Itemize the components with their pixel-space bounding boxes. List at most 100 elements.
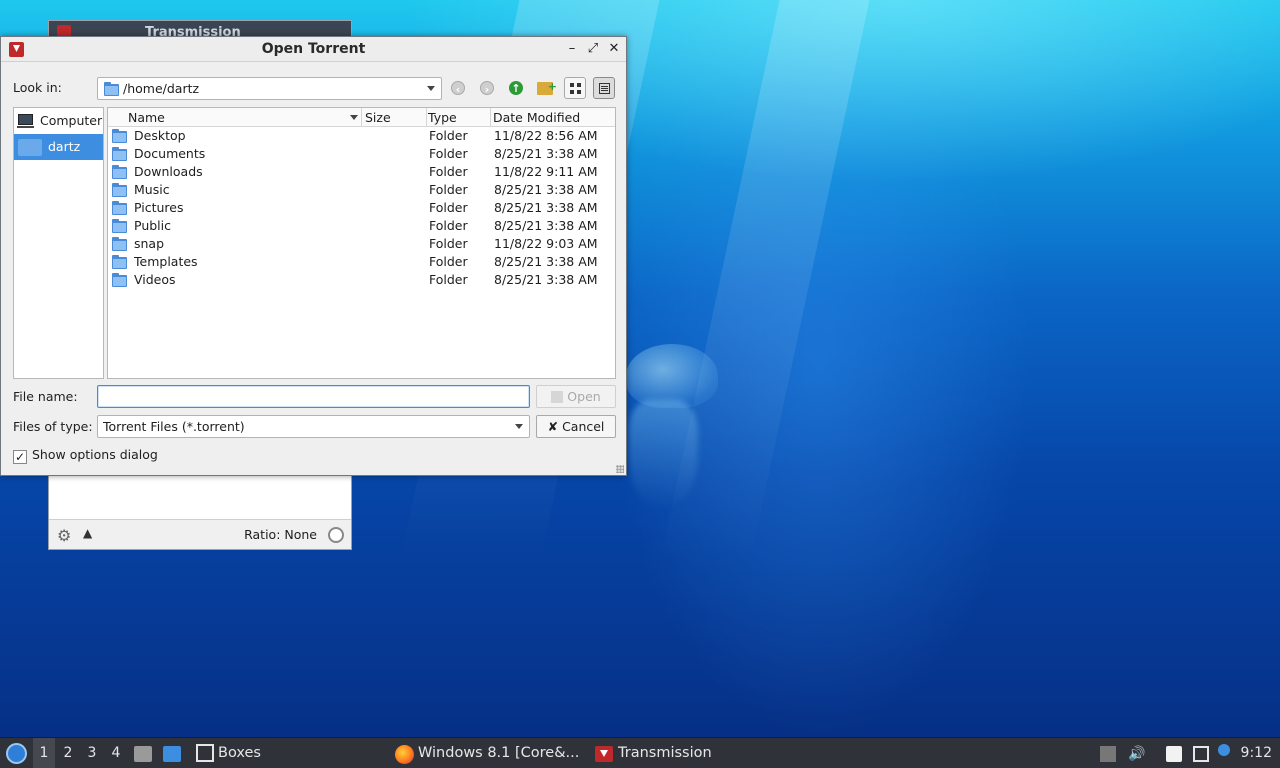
task-boxes[interactable]: Boxes (196, 738, 356, 768)
column-header-name[interactable]: Name (128, 110, 165, 125)
folder-icon (104, 82, 119, 96)
workspace-1[interactable]: 1 (33, 738, 55, 768)
forward-button[interactable]: › (476, 77, 498, 99)
folder-icon (112, 219, 127, 233)
file-date-modified: 8/25/21 3:38 AM (494, 272, 598, 287)
cancel-button[interactable]: ✘ Cancel (536, 415, 616, 438)
back-arrow-icon: ‹ (451, 81, 465, 96)
gear-icon[interactable]: ⚙ (57, 526, 71, 545)
open-button[interactable]: Open (536, 385, 616, 408)
table-row[interactable]: Public Folder 8/25/21 3:38 AM (108, 217, 615, 235)
file-date-modified: 8/25/21 3:38 AM (494, 254, 598, 269)
file-name: Templates (134, 254, 198, 269)
boxes-icon (196, 744, 214, 762)
parent-directory-button[interactable]: ↑ (505, 77, 527, 99)
sidebar-item-label: Computer (40, 113, 103, 128)
clipboard-icon[interactable] (1166, 746, 1182, 762)
icon-view-button[interactable] (564, 77, 586, 99)
volume-icon[interactable]: 🔊 (1128, 746, 1145, 762)
show-options-checkbox[interactable]: ✓ (13, 450, 27, 464)
show-desktop-icon[interactable] (163, 746, 181, 762)
create-folder-button[interactable] (534, 76, 557, 99)
detail-view-button[interactable] (593, 77, 615, 99)
workspace-2[interactable]: 2 (57, 738, 79, 768)
back-button[interactable]: ‹ (447, 77, 469, 99)
task-label: Transmission (618, 745, 712, 761)
table-row[interactable]: Videos Folder 8/25/21 3:38 AM (108, 271, 615, 289)
folder-icon (112, 165, 127, 179)
look-in-value: /home/dartz (123, 81, 200, 96)
network-icon[interactable] (1193, 746, 1209, 762)
folder-icon (112, 147, 127, 161)
table-row[interactable]: Downloads Folder 11/8/22 9:11 AM (108, 163, 615, 181)
ratio-label[interactable]: Ratio: None (244, 527, 317, 542)
table-row[interactable]: snap Folder 11/8/22 9:03 AM (108, 235, 615, 253)
column-header-date-modified[interactable]: Date Modified (493, 110, 580, 125)
open-file-icon (551, 391, 564, 403)
files-of-type-label: Files of type: (13, 419, 93, 434)
file-name: Videos (134, 272, 176, 287)
column-header-size[interactable]: Size (365, 110, 391, 125)
table-row[interactable]: Music Folder 8/25/21 3:38 AM (108, 181, 615, 199)
list-view-icon (598, 83, 610, 94)
file-type: Folder (429, 164, 468, 179)
transmission-icon (595, 746, 613, 762)
task-label: Windows 8.1 [Core&... (418, 745, 580, 761)
table-row[interactable]: Pictures Folder 8/25/21 3:38 AM (108, 199, 615, 217)
lubuntu-logo-icon (6, 743, 27, 764)
file-name: Documents (134, 146, 206, 161)
column-separator[interactable] (426, 108, 427, 127)
jellyfish (626, 344, 718, 408)
resize-grip[interactable] (616, 465, 624, 473)
file-list[interactable]: Name Size Type Date Modified Desktop Fold… (107, 107, 616, 379)
file-date-modified: 11/8/22 9:03 AM (494, 236, 598, 251)
folder-icon (112, 237, 127, 251)
tray-up-arrow-icon[interactable] (1100, 746, 1116, 762)
ratio-icon[interactable] (328, 527, 344, 543)
task-transmission[interactable]: Transmission (595, 738, 735, 768)
sidebar-item-computer[interactable]: Computer (14, 108, 103, 134)
file-date-modified: 8/25/21 3:38 AM (494, 200, 598, 215)
sort-descending-icon (350, 115, 358, 120)
column-header-type[interactable]: Type (428, 110, 457, 125)
column-separator[interactable] (490, 108, 491, 127)
file-type: Folder (429, 128, 468, 143)
table-row[interactable]: Documents Folder 8/25/21 3:38 AM (108, 145, 615, 163)
file-type: Folder (429, 200, 468, 215)
table-row[interactable]: Templates Folder 8/25/21 3:38 AM (108, 253, 615, 271)
file-rows: Desktop Folder 11/8/22 8:56 AM Documents Fol… (108, 127, 615, 289)
sidebar-item-dartz[interactable]: dartz (14, 134, 103, 160)
folder-icon (112, 201, 127, 215)
folder-icon (112, 129, 127, 143)
clock[interactable]: 9:12 (1241, 738, 1272, 768)
look-in-combo[interactable]: /home/dartz (97, 77, 442, 100)
table-row[interactable]: Desktop Folder 11/8/22 8:56 AM (108, 127, 615, 145)
workspace-3[interactable]: 3 (81, 738, 103, 768)
close-button[interactable]: ✕ (605, 40, 623, 58)
file-name-input[interactable] (97, 385, 530, 408)
task-firefox[interactable]: Windows 8.1 [Core&... (395, 738, 585, 768)
start-menu-button[interactable] (2, 738, 30, 768)
turtle-icon[interactable]: ▲ (83, 526, 92, 540)
maximize-button[interactable]: ⤢ (584, 40, 602, 58)
file-list-header: Name Size Type Date Modified (108, 108, 615, 127)
cancel-button-label: Cancel (562, 419, 605, 434)
file-date-modified: 8/25/21 3:38 AM (494, 218, 598, 233)
show-options-row[interactable]: ✓ Show options dialog (13, 447, 158, 464)
taskbar: 1 2 3 4 Boxes Windows 8.1 [Core&... Tran… (0, 737, 1280, 768)
file-type: Folder (429, 254, 468, 269)
jellyfish-tail (628, 400, 698, 510)
column-separator[interactable] (361, 108, 362, 127)
file-name: Pictures (134, 200, 184, 215)
minimize-button[interactable]: – (563, 40, 581, 58)
file-type: Folder (429, 146, 468, 161)
up-arrow-icon: ↑ (509, 81, 523, 95)
dialog-titlebar[interactable]: Open Torrent – ⤢ ✕ (1, 37, 626, 62)
workspace-4[interactable]: 4 (105, 738, 127, 768)
chevron-down-icon (515, 424, 523, 429)
notification-icon[interactable] (1218, 744, 1230, 756)
file-manager-icon[interactable] (134, 746, 152, 762)
file-date-modified: 8/25/21 3:38 AM (494, 182, 598, 197)
folder-icon (112, 273, 127, 287)
files-of-type-combo[interactable]: Torrent Files (*.torrent) (97, 415, 530, 438)
